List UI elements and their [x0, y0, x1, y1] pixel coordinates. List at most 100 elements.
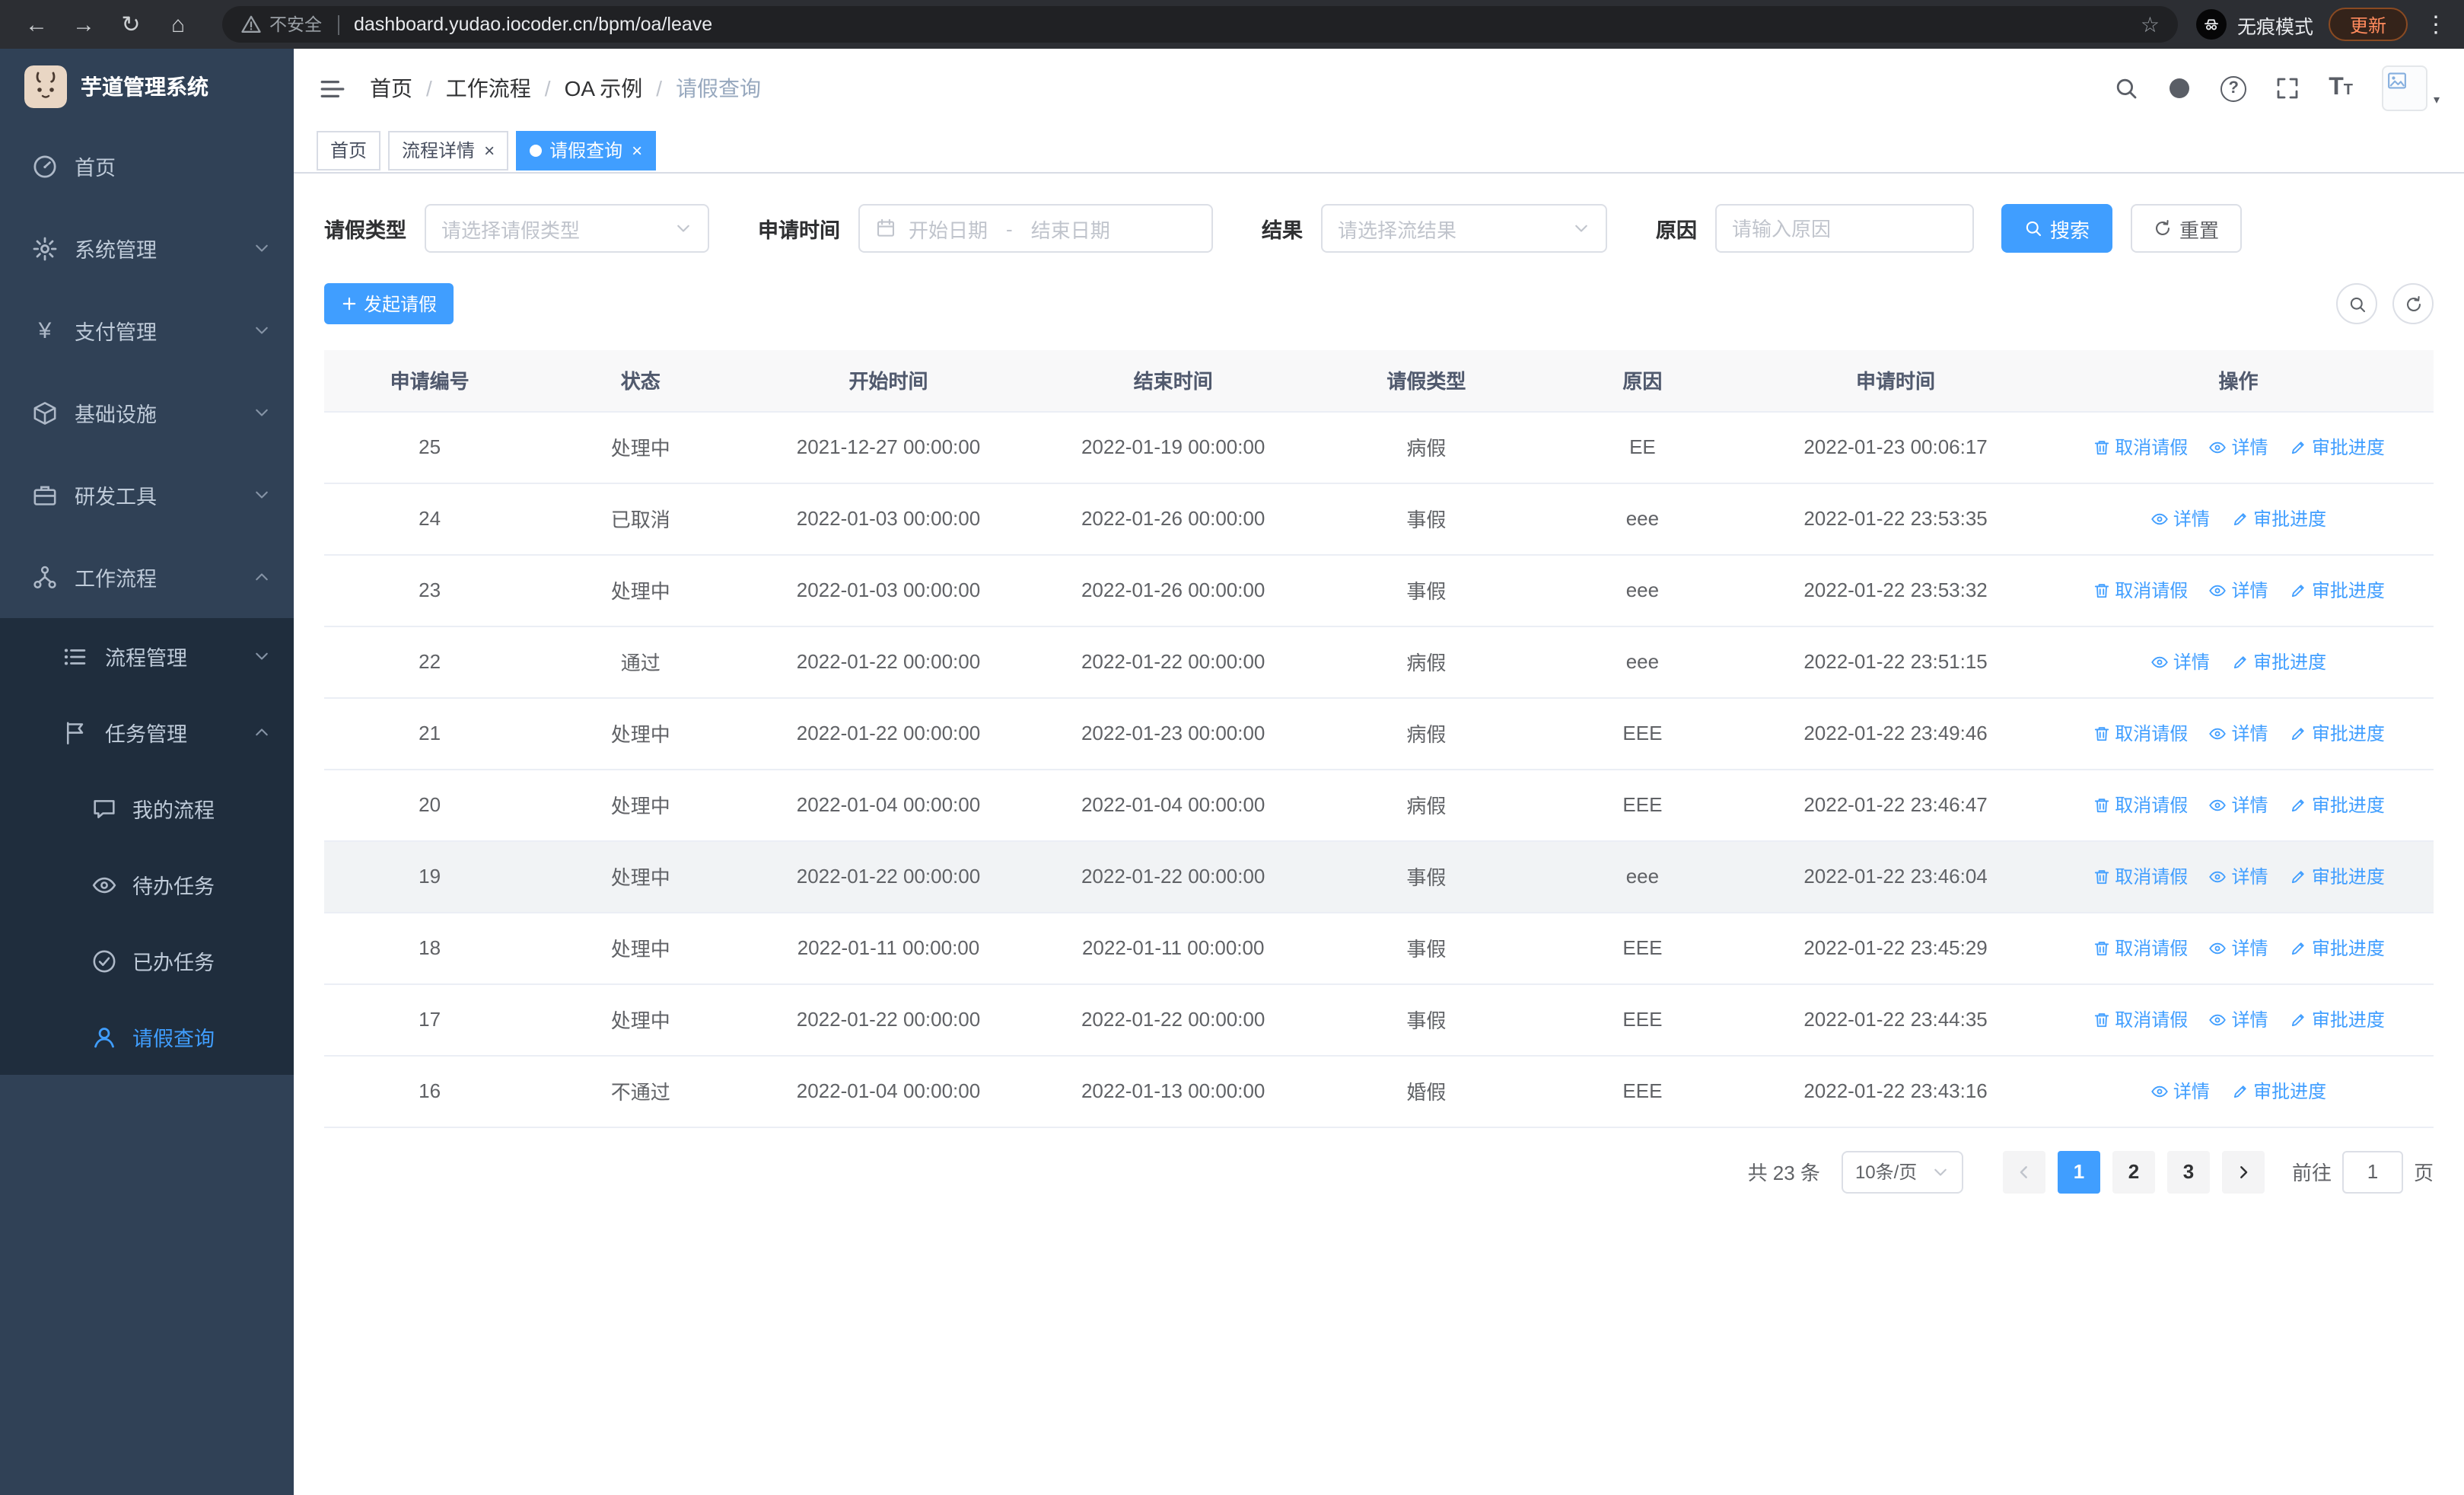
browser-forward-icon[interactable]: →	[65, 11, 102, 37]
cancel-leave-link[interactable]: 取消请假	[2092, 935, 2188, 961]
reason-field-wrap	[1715, 204, 1974, 253]
cell-status: 处理中	[535, 840, 747, 913]
approval-progress-link[interactable]: 审批进度	[2230, 649, 2326, 674]
detail-link[interactable]: 详情	[2150, 505, 2210, 531]
detail-link[interactable]: 详情	[2209, 792, 2268, 818]
cell-reason: EE	[1536, 411, 1749, 483]
breadcrumb-item[interactable]: 首页 /	[370, 73, 446, 104]
tab-home[interactable]: 首页 ×	[317, 130, 381, 170]
detail-link[interactable]: 详情	[2150, 649, 2210, 674]
sidebar-item-dev-tools[interactable]: 研发工具	[0, 454, 294, 536]
browser-chrome: ← → ↻ ⌂ 不安全 dashboard.yudao.iocoder.cn/b…	[0, 0, 2464, 49]
trash-icon	[2092, 939, 2110, 957]
sidebar-item-system-management[interactable]: 系统管理	[0, 207, 294, 289]
collapse-sidebar-icon[interactable]	[318, 75, 347, 101]
breadcrumb-item[interactable]: OA 示例 /	[565, 73, 676, 104]
approval-progress-link[interactable]: 审批进度	[2289, 434, 2385, 460]
approval-progress-link[interactable]: 审批进度	[2289, 577, 2385, 603]
user-menu[interactable]: ▾	[2381, 65, 2440, 111]
page-button-3[interactable]: 3	[2166, 1150, 2210, 1193]
bookmark-star-icon[interactable]: ☆	[2141, 11, 2160, 37]
sidebar-item-process-management[interactable]: 流程管理	[0, 618, 294, 694]
cube-icon	[32, 400, 58, 426]
detail-link[interactable]: 详情	[2209, 863, 2268, 889]
sidebar-item-infrastructure[interactable]: 基础设施	[0, 371, 294, 454]
apply-time-range-picker[interactable]: 开始日期 - 结束日期	[858, 204, 1213, 253]
fullscreen-icon[interactable]	[2275, 76, 2300, 100]
breadcrumb-item[interactable]: 工作流程 /	[446, 73, 565, 104]
cell-actions: 取消请假 详情 审批进度	[2043, 697, 2434, 770]
github-icon[interactable]	[2167, 76, 2192, 100]
page-button-2[interactable]: 2	[2112, 1150, 2155, 1193]
tab-process-detail[interactable]: 流程详情 ×	[388, 130, 509, 170]
sidebar-item-todo-tasks[interactable]: 待办任务	[0, 846, 294, 923]
browser-address-bar[interactable]: 不安全 dashboard.yudao.iocoder.cn/bpm/oa/le…	[222, 6, 2178, 43]
cancel-leave-link[interactable]: 取消请假	[2092, 1006, 2188, 1032]
refresh-table-button[interactable]	[2392, 283, 2434, 324]
browser-home-icon[interactable]: ⌂	[160, 11, 196, 37]
approval-progress-link[interactable]: 审批进度	[2289, 792, 2385, 818]
cancel-leave-link[interactable]: 取消请假	[2092, 720, 2188, 746]
reset-button[interactable]: 重置	[2131, 204, 2243, 253]
col-reason: 原因	[1536, 350, 1749, 412]
cell-reason: EEE	[1536, 983, 1749, 1056]
sidebar-item-workflow[interactable]: 工作流程	[0, 536, 294, 618]
create-leave-button[interactable]: 发起请假	[324, 283, 454, 324]
browser-menu-icon[interactable]: ⋮	[2424, 11, 2447, 38]
approval-progress-link[interactable]: 审批进度	[2289, 720, 2385, 746]
page-button-1[interactable]: 1	[2057, 1150, 2100, 1193]
cell-end-time: 2022-01-26 00:00:00	[1030, 483, 1316, 555]
toggle-search-button[interactable]	[2336, 283, 2377, 324]
cell-start-time: 2022-01-04 00:00:00	[746, 1055, 1031, 1127]
goto-page-input[interactable]	[2341, 1150, 2403, 1193]
edit-icon	[2289, 867, 2307, 885]
approval-progress-link[interactable]: 审批进度	[2230, 505, 2326, 531]
sidebar-item-task-management[interactable]: 任务管理	[0, 694, 294, 770]
cell-status: 处理中	[535, 769, 747, 841]
browser-back-icon[interactable]: ←	[18, 11, 55, 37]
sidebar-item-label: 首页	[75, 157, 116, 180]
search-icon[interactable]	[2114, 76, 2138, 100]
approval-progress-link[interactable]: 审批进度	[2230, 1078, 2326, 1104]
tab-leave-query[interactable]: 请假查询 ×	[516, 130, 657, 170]
detail-link[interactable]: 详情	[2209, 935, 2268, 961]
eye-icon	[2209, 438, 2227, 456]
approval-progress-link[interactable]: 审批进度	[2289, 1006, 2385, 1032]
detail-link[interactable]: 详情	[2209, 720, 2268, 746]
cancel-leave-link[interactable]: 取消请假	[2092, 863, 2188, 889]
reason-input[interactable]	[1732, 217, 1957, 240]
detail-link[interactable]: 详情	[2209, 434, 2268, 460]
sidebar-item-done-tasks[interactable]: 已办任务	[0, 923, 294, 999]
cancel-leave-link[interactable]: 取消请假	[2092, 434, 2188, 460]
close-icon[interactable]: ×	[484, 139, 495, 161]
leave-type-select[interactable]: 请选择请假类型	[425, 204, 709, 253]
browser-reload-icon[interactable]: ↻	[113, 11, 149, 38]
sidebar-item-payment-management[interactable]: ¥ 支付管理	[0, 289, 294, 371]
cell-apply-id: 16	[324, 1055, 536, 1127]
search-button[interactable]: 搜索	[2001, 204, 2113, 253]
end-date-input[interactable]: 结束日期	[1031, 214, 1110, 243]
app-logo-row[interactable]: 芋道管理系统	[0, 49, 294, 125]
close-icon[interactable]: ×	[632, 139, 642, 161]
approval-progress-link[interactable]: 审批进度	[2289, 863, 2385, 889]
cancel-leave-link[interactable]: 取消请假	[2092, 577, 2188, 603]
font-size-icon[interactable]: TT	[2329, 75, 2353, 100]
sidebar-item-my-processes[interactable]: 我的流程	[0, 770, 294, 846]
page-size-select[interactable]: 10条/页	[1841, 1150, 1963, 1193]
result-select[interactable]: 请选择流结果	[1321, 204, 1607, 253]
chevron-down-icon	[253, 321, 271, 339]
start-date-input[interactable]: 开始日期	[909, 214, 988, 243]
detail-link[interactable]: 详情	[2209, 1006, 2268, 1032]
detail-link[interactable]: 详情	[2150, 1078, 2210, 1104]
chevron-down-icon	[1572, 219, 1590, 237]
approval-progress-link[interactable]: 审批进度	[2289, 935, 2385, 961]
detail-link[interactable]: 详情	[2209, 577, 2268, 603]
help-icon[interactable]: ?	[2220, 75, 2247, 101]
sidebar-item-leave-query[interactable]: 请假查询	[0, 999, 294, 1075]
sidebar-item-home[interactable]: 首页	[0, 125, 294, 207]
cancel-leave-link[interactable]: 取消请假	[2092, 792, 2188, 818]
browser-update-button[interactable]: 更新	[2328, 8, 2408, 41]
prev-page-button[interactable]	[2002, 1150, 2045, 1193]
next-page-button[interactable]	[2221, 1150, 2265, 1193]
cell-status: 处理中	[535, 697, 747, 770]
